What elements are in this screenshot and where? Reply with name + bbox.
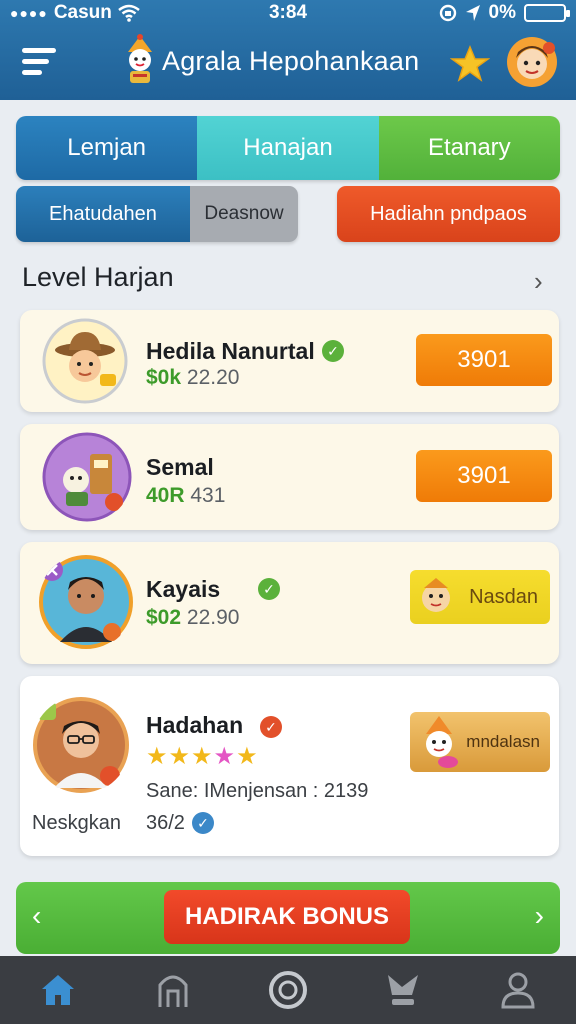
bonus-bar: ‹ HADIRAK BONUS ›: [16, 882, 560, 954]
star-badge-icon[interactable]: [450, 44, 490, 84]
star-icon: ★: [168, 743, 192, 770]
battery-icon: [524, 4, 570, 22]
status-bar: ●●●● Casun 3:84 0%: [0, 0, 576, 26]
star-icon: ★: [236, 743, 259, 770]
lock-rotation-icon: [439, 4, 456, 22]
player-score: 40R 431: [146, 484, 225, 508]
star-icon: ★: [191, 743, 214, 770]
main-tabs: Lemjan Hanajan Etanary: [16, 116, 560, 180]
player-stats: Sane: IMenjensan : 2139: [146, 780, 369, 802]
player-score: $02 22.90: [146, 606, 239, 630]
chevron-left-icon[interactable]: ‹: [32, 900, 41, 932]
top-bar: ●●●● Casun 3:84 0% Agrala Hepohankaan: [0, 0, 576, 100]
info-check-icon: ✓: [192, 812, 214, 834]
score-prefix: $0k: [146, 366, 182, 389]
score-action-button[interactable]: 3901: [416, 450, 552, 502]
score-action-button[interactable]: Nasdan: [410, 570, 550, 624]
shop-icon: [158, 975, 188, 1007]
leaderboard-card[interactable]: Kayais ✓ $02 22.90 Nasdan: [20, 542, 559, 664]
player-score: $0k 22.20: [146, 366, 239, 390]
trophy-icon: [388, 975, 419, 1005]
leaderboard-card[interactable]: Hedila Nanurtal ✓ $0k 22.20 3901: [20, 310, 559, 412]
featured-action-label: mndalasn: [466, 732, 540, 751]
nav-profile[interactable]: [461, 956, 576, 1024]
player-name: Hadahan: [146, 712, 244, 738]
reward-button[interactable]: Hadiahn pndpaos: [337, 186, 560, 242]
mascot-icon: [426, 716, 458, 768]
mascot-icon: [422, 578, 450, 612]
section-title: Level Harjan: [22, 262, 174, 292]
bonus-button[interactable]: HADIRAK BONUS: [164, 890, 410, 944]
player-name: Semal: [146, 454, 214, 480]
featured-action-button[interactable]: mndalasn: [410, 712, 550, 772]
home-icon: [41, 975, 74, 1005]
chevron-right-icon[interactable]: ›: [535, 900, 544, 932]
leaderboard-card[interactable]: Semal 40R 431 3901: [20, 424, 559, 530]
nav-home[interactable]: [0, 956, 115, 1024]
secondary-label: Neskgkan: [32, 812, 121, 834]
score-value: 431: [190, 484, 226, 507]
mascot-logo-icon: [128, 34, 152, 83]
featured-avatar-icon: [33, 697, 129, 793]
nav-shop[interactable]: [115, 956, 230, 1024]
filter-segment: Ehatudahen Deasnow: [16, 186, 298, 242]
profile-icon: [501, 972, 535, 1009]
rating-stars: ★★★★★: [146, 742, 259, 771]
target-icon: [269, 971, 307, 1009]
bottom-nav: [0, 956, 576, 1024]
app-title: Agrala Hepohankaan: [162, 46, 420, 76]
score-prefix: 40R: [146, 484, 185, 507]
player-name: Kayais: [146, 576, 221, 602]
secondary-value: 36/2: [146, 812, 185, 834]
filter-ehatudahen[interactable]: Ehatudahen: [16, 186, 190, 242]
battery-percent: 0%: [488, 2, 516, 23]
score-value: 22.90: [186, 606, 240, 629]
nav-trophy[interactable]: [346, 956, 461, 1024]
menu-icon[interactable]: [22, 48, 56, 78]
tab-lemjan[interactable]: Lemjan: [16, 116, 198, 180]
score-prefix: $02: [146, 606, 182, 629]
score-value: 22.20: [186, 366, 240, 389]
score-action-button[interactable]: 3901: [416, 334, 552, 386]
filter-deasnow[interactable]: Deasnow: [190, 186, 298, 242]
star-icon: ★: [213, 743, 237, 770]
man-avatar-icon: [39, 555, 133, 649]
chevron-right-icon[interactable]: ›: [534, 266, 543, 297]
score-action-label: Nasdan: [469, 585, 538, 608]
user-avatar-icon[interactable]: [506, 36, 558, 88]
tab-etanary[interactable]: Etanary: [378, 116, 560, 180]
verified-check-icon: ✓: [322, 340, 344, 362]
star-icon: ★: [146, 743, 169, 770]
adventure-avatar-icon: [42, 432, 132, 522]
verified-check-icon: ✓: [260, 716, 282, 738]
featured-player-card[interactable]: Hadahan ✓ ★★★★★ Sane: IMenjensan : 2139 …: [20, 676, 559, 856]
location-icon: [465, 5, 480, 21]
verified-check-icon: ✓: [258, 578, 280, 600]
player-name: Hedila Nanurtal: [146, 338, 315, 364]
tab-hanajan[interactable]: Hanajan: [197, 116, 379, 180]
nav-target[interactable]: [230, 956, 345, 1024]
cowboy-avatar-icon: [42, 318, 128, 404]
